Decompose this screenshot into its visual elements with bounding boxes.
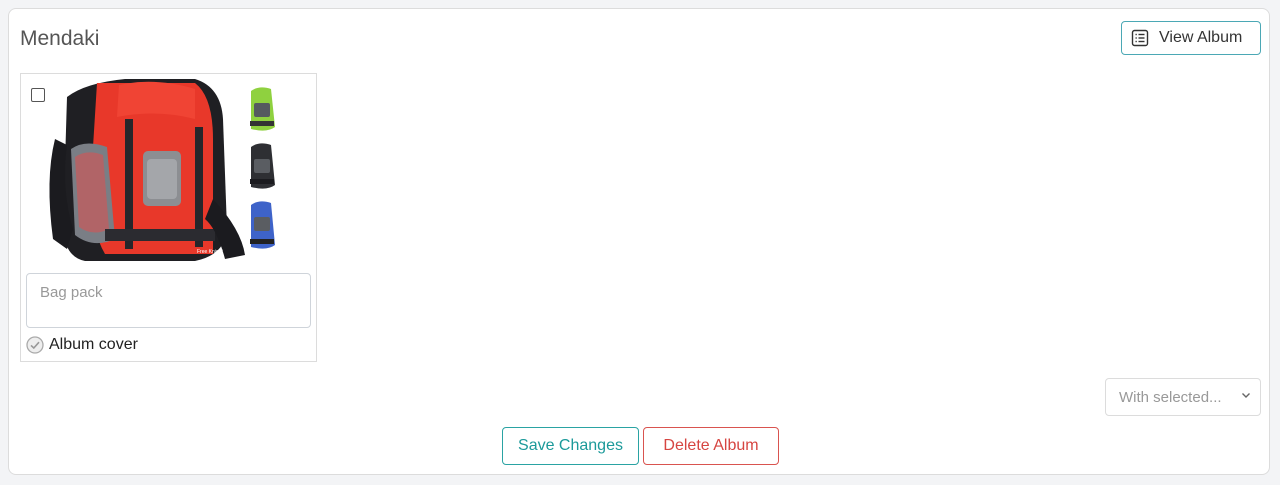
chevron-down-icon — [1240, 388, 1252, 406]
variant-blue-backpack — [250, 201, 275, 249]
photo-caption-input[interactable] — [26, 273, 311, 328]
album-cover-radio[interactable]: Album cover — [26, 336, 138, 354]
album-cover-label: Album cover — [49, 336, 138, 353]
view-album-button[interactable]: View Album — [1121, 21, 1261, 55]
delete-album-button[interactable]: Delete Album — [643, 427, 779, 465]
photo-select-checkbox[interactable] — [31, 88, 45, 102]
photo-card: Free Knight Bag pack Album cover — [20, 73, 317, 362]
view-album-label: View Album — [1159, 29, 1243, 46]
backpack-product-image[interactable]: Free Knight — [45, 79, 295, 263]
check-circle-icon[interactable] — [26, 336, 44, 354]
svg-text:Free Knight: Free Knight — [197, 249, 223, 255]
variant-black-backpack — [250, 143, 275, 189]
album-panel: Mendaki View Album Free Knight Bag pack … — [8, 8, 1270, 475]
save-changes-button[interactable]: Save Changes — [502, 427, 639, 465]
variant-green-backpack — [250, 87, 275, 131]
list-icon — [1131, 29, 1149, 47]
bulk-action-select[interactable]: With selected... — [1105, 378, 1261, 416]
album-title: Mendaki — [20, 27, 100, 50]
bulk-action-value: With selected... — [1119, 388, 1222, 406]
